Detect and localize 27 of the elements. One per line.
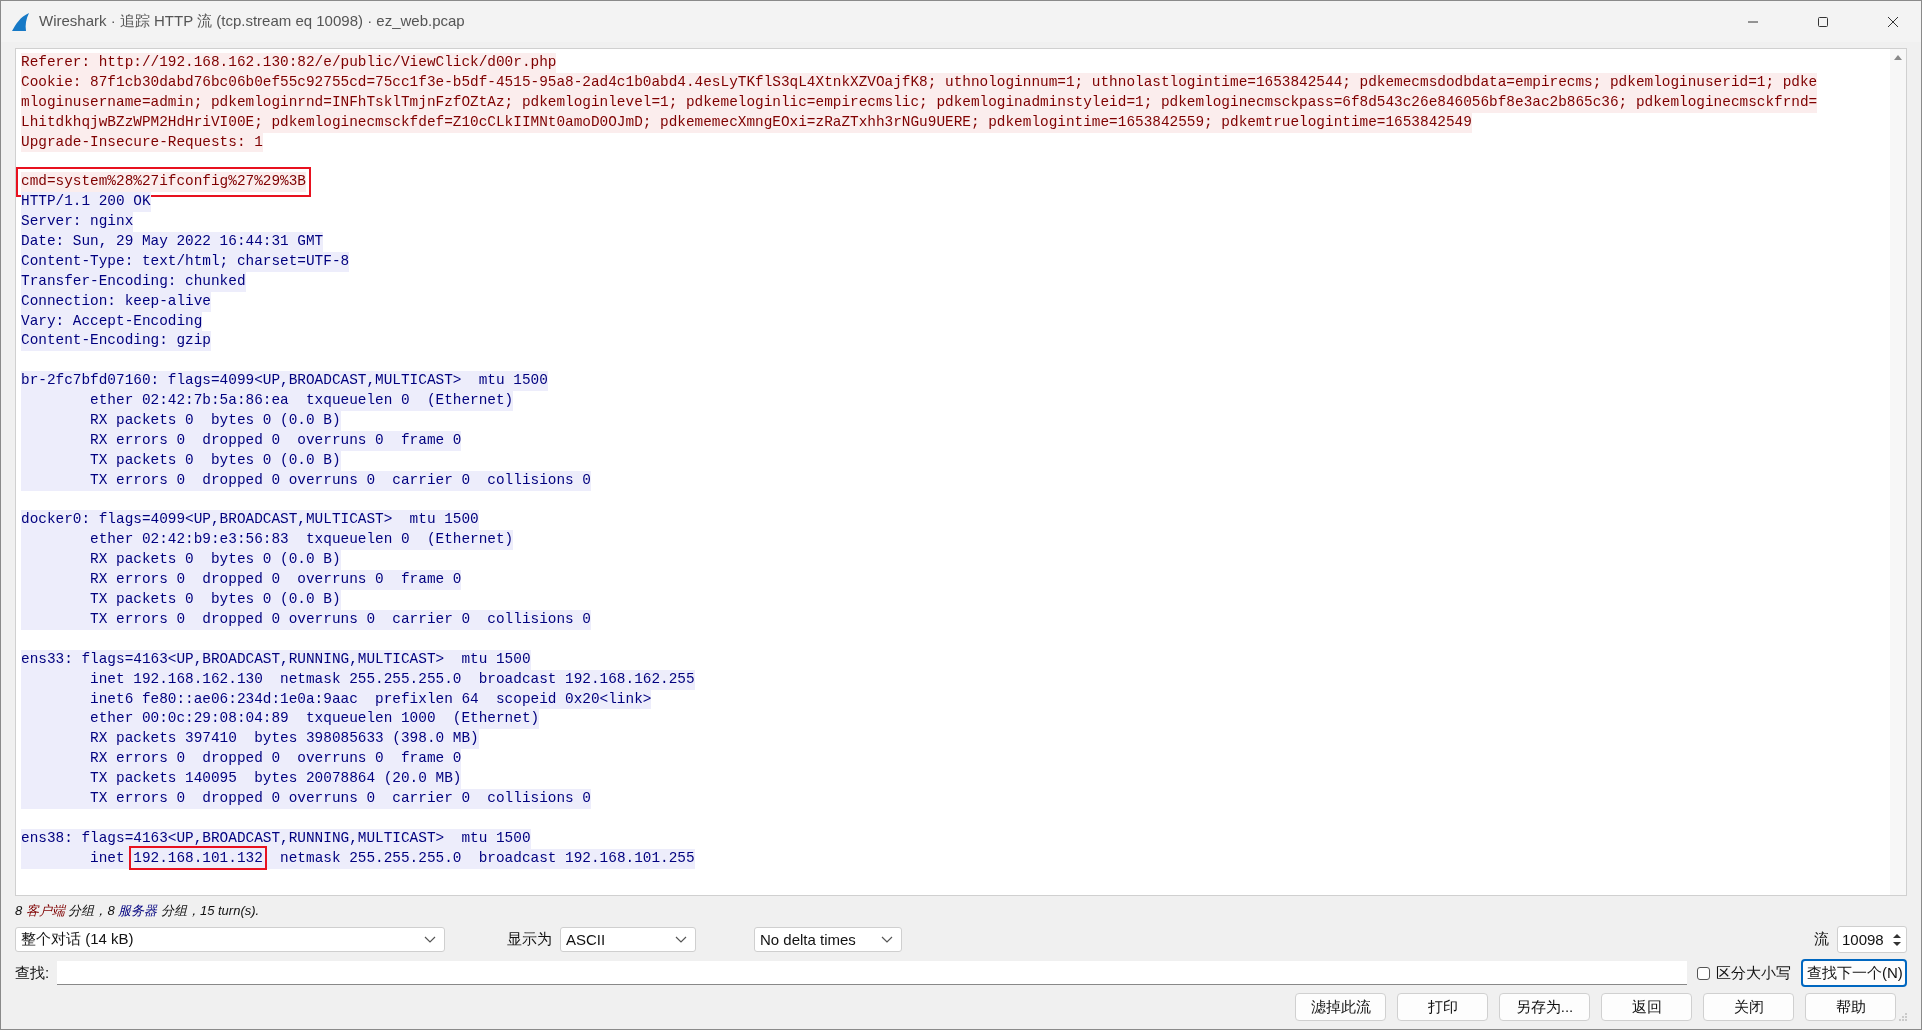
dropdown-caret-icon[interactable]: [675, 936, 687, 943]
dropdown-caret-icon[interactable]: [424, 936, 436, 943]
format-dropdown[interactable]: ASCII: [560, 927, 696, 952]
close-icon[interactable]: [1887, 15, 1899, 28]
dialog-button[interactable]: 打印: [1397, 993, 1488, 1021]
find-field[interactable]: [57, 961, 1687, 985]
scroll-up-icon[interactable]: [1894, 55, 1902, 60]
dialog-button[interactable]: 帮助: [1805, 993, 1896, 1021]
find-label: 查找:: [15, 963, 50, 983]
conversation-dropdown[interactable]: 整个对话 (14 kB): [15, 927, 445, 952]
dialog-button[interactable]: 返回: [1601, 993, 1692, 1021]
stream-summary: 8 客户端 分组，8 服务器 分组，15 turn(s).: [15, 902, 261, 920]
case-sensitive-label: 区分大小写: [1716, 963, 1791, 983]
dropdown-caret-icon[interactable]: [881, 936, 893, 943]
resize-grip-icon[interactable]: [1899, 1013, 1907, 1021]
maximize-icon[interactable]: [1817, 15, 1829, 28]
shark-fin-icon: [11, 11, 31, 32]
show-as-label: 显示为: [507, 930, 552, 949]
find-next-button[interactable]: 查找下一个(N): [1801, 959, 1907, 987]
stream-label: 流: [1814, 930, 1829, 949]
case-sensitive-checkbox[interactable]: [1697, 966, 1710, 980]
window-title: Wireshark · 追踪 HTTP 流 (tcp.stream eq 10098) · ez_web.pcap: [39, 12, 465, 31]
dialog-button[interactable]: 另存为...: [1499, 993, 1590, 1021]
dialog-button[interactable]: 滤掉此流: [1295, 993, 1386, 1021]
dialog-button[interactable]: 关闭: [1703, 993, 1794, 1021]
delta-time-dropdown[interactable]: No delta times: [754, 927, 902, 952]
stream-number-spinbox[interactable]: 10098: [1837, 926, 1907, 953]
